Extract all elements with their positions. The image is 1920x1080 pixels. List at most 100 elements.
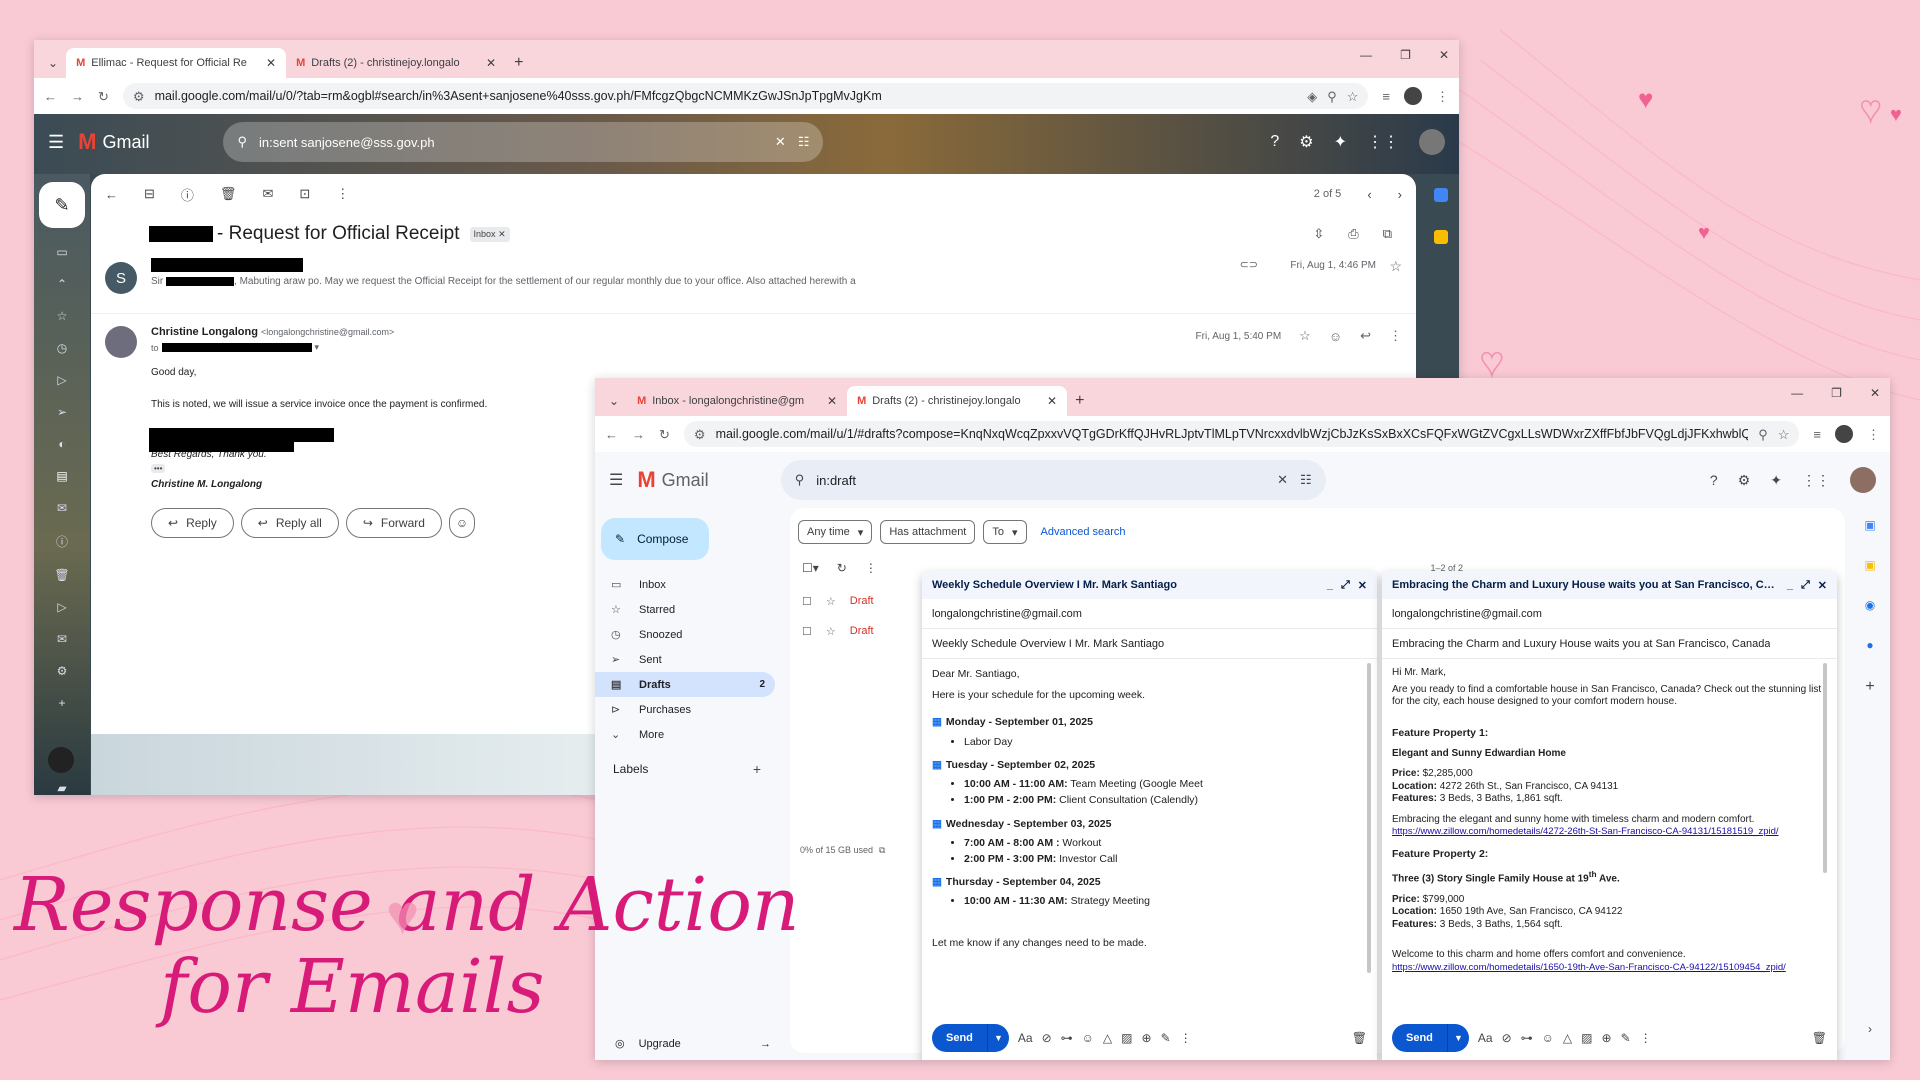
advanced-search-link[interactable]: Advanced search — [1041, 526, 1126, 538]
inbox-chip[interactable]: Inbox ✕ — [469, 226, 510, 242]
star-icon[interactable]: ☆ — [1389, 258, 1402, 275]
compose-body[interactable]: Dear Mr. Santiago, Here is your schedule… — [922, 659, 1377, 965]
more-options-icon[interactable]: ⋮ — [1389, 328, 1402, 344]
calendar-icon[interactable]: ▣ — [1864, 518, 1875, 532]
link-icon[interactable]: ⊶ — [1061, 1031, 1073, 1045]
all-mail-icon[interactable]: ✉ — [52, 501, 72, 515]
back-arrow-icon[interactable]: ← — [605, 428, 618, 441]
close-tab-icon[interactable]: ✕ — [1047, 394, 1057, 408]
more-options-icon[interactable]: ⋮ — [1180, 1031, 1192, 1045]
more-options-icon[interactable]: ⋮ — [1640, 1031, 1652, 1045]
restore-icon[interactable]: ❐ — [1400, 48, 1411, 62]
site-info-icon[interactable]: ⚙ — [133, 90, 145, 103]
profile-avatar[interactable] — [1404, 87, 1422, 105]
send-button[interactable]: Send ▼ — [1392, 1024, 1469, 1052]
bookmark-star-icon[interactable]: ☆ — [1778, 428, 1790, 441]
new-window-icon[interactable]: ⧉ — [1383, 226, 1392, 242]
search-icon[interactable]: ⚲ — [795, 472, 805, 488]
emoji-react-button[interactable]: ☺ — [448, 508, 476, 538]
star-icon[interactable]: ☆ — [52, 309, 72, 323]
delete-icon[interactable]: 🗑 — [220, 186, 237, 202]
account-avatar[interactable] — [1419, 129, 1445, 155]
spam-icon[interactable]: ⓘ — [52, 533, 72, 550]
compose-body[interactable]: Hi Mr. Mark, Are you ready to find a com… — [1382, 659, 1837, 982]
refresh-icon[interactable]: ↻ — [837, 561, 847, 575]
external-link-icon[interactable]: ⧉ — [879, 845, 885, 856]
settings-gear-icon[interactable]: ⚙ — [1299, 132, 1313, 152]
menu-dots-icon[interactable]: ⋮ — [1867, 428, 1880, 441]
lock-icon[interactable]: ⊕ — [1142, 1031, 1152, 1045]
apps-grid-icon[interactable]: ⋮⋮ — [1367, 132, 1399, 152]
formatting-icon[interactable]: Aa — [1018, 1031, 1033, 1045]
to-field[interactable]: longalongchristine@gmail.com — [922, 599, 1377, 629]
reload-icon[interactable]: ↻ — [659, 428, 670, 441]
gemini-sparkle-icon[interactable]: ✦ — [1770, 472, 1782, 489]
manage-icon[interactable]: ✉ — [52, 632, 72, 646]
apps-grid-icon[interactable]: ⋮⋮ — [1802, 472, 1830, 489]
report-spam-icon[interactable]: ⓘ — [181, 185, 194, 204]
star-icon[interactable]: ☆ — [826, 625, 836, 638]
fullscreen-icon[interactable]: ⤢ — [1341, 579, 1350, 592]
media-icon[interactable]: ≡ — [1382, 90, 1390, 103]
scrollbar[interactable] — [1367, 663, 1371, 973]
sidebar-item-snoozed[interactable]: ◷ Snoozed — [595, 622, 775, 647]
to-field[interactable]: longalongchristine@gmail.com — [1382, 599, 1837, 629]
emoji-icon[interactable]: ☺ — [1082, 1031, 1094, 1045]
main-menu-icon[interactable]: ☰ — [609, 470, 623, 490]
reply-button[interactable]: ↩ Reply — [151, 508, 234, 538]
reply-all-button[interactable]: ↩ Reply all — [240, 508, 339, 538]
help-icon[interactable]: ? — [1270, 133, 1279, 151]
recipient-details-chevron-icon[interactable]: ▾ — [315, 342, 320, 353]
plus-icon[interactable]: + — [52, 696, 72, 710]
label-icon[interactable]: ▷ — [52, 600, 72, 614]
close-tab-icon[interactable]: ✕ — [266, 56, 276, 70]
compose-header[interactable]: Weekly Schedule Overview I Mr. Mark Sant… — [922, 571, 1377, 599]
has-attachment-filter[interactable]: Has attachment — [880, 520, 976, 544]
newer-chevron-icon[interactable]: ‹ — [1367, 187, 1371, 202]
site-info-icon[interactable]: ⚙ — [694, 428, 706, 441]
minimize-icon[interactable]: _ — [1787, 579, 1793, 591]
attach-icon[interactable]: ⊘ — [1042, 1031, 1052, 1045]
url-field[interactable]: ⚙ mail.google.com/mail/u/1/#drafts?compo… — [683, 421, 1800, 447]
restore-icon[interactable]: ❐ — [1831, 386, 1842, 400]
zoom-icon[interactable]: ⚲ — [1327, 90, 1337, 103]
back-tab-2[interactable]: M Drafts (2) - christinejoy.longalo ✕ — [286, 48, 506, 78]
tab-search-chevron-icon[interactable]: ⌄ — [48, 56, 58, 70]
close-icon[interactable]: ✕ — [1358, 579, 1367, 592]
forward-arrow-icon[interactable]: → — [71, 90, 84, 103]
property-1-link[interactable]: https://www.zillow.com/homedetails/4272-… — [1392, 826, 1827, 838]
subject-field[interactable]: Weekly Schedule Overview I Mr. Mark Sant… — [922, 629, 1377, 659]
front-tab-1[interactable]: M Inbox - longalongchristine@gm ✕ — [627, 386, 847, 416]
photo-icon[interactable]: ▨ — [1581, 1031, 1592, 1045]
minimize-icon[interactable]: _ — [1327, 579, 1333, 591]
keep-icon[interactable] — [1434, 230, 1448, 244]
back-tab-1[interactable]: M Ellimac - Request for Official Re ✕ — [66, 48, 287, 78]
discard-trash-icon[interactable]: 🗑 — [1352, 1031, 1367, 1045]
minimize-icon[interactable]: — — [1791, 386, 1803, 400]
scrollbar[interactable] — [1823, 663, 1827, 873]
zoom-icon[interactable]: ⚲ — [1758, 428, 1768, 441]
new-tab-button[interactable]: + — [1075, 386, 1084, 416]
front-tab-2[interactable]: M Drafts (2) - christinejoy.longalo ✕ — [847, 386, 1068, 416]
forward-arrow-icon[interactable]: → — [632, 428, 645, 441]
move-to-icon[interactable]: ⊡ — [299, 186, 310, 202]
close-icon[interactable]: ✕ — [1818, 579, 1827, 592]
profile-avatar[interactable] — [1835, 425, 1853, 443]
menu-dots-icon[interactable]: ⋮ — [1436, 90, 1449, 103]
subject-field[interactable]: Embracing the Charm and Luxury House wai… — [1382, 629, 1837, 659]
more-options-icon[interactable]: ⋮ — [336, 186, 349, 202]
close-window-icon[interactable]: ✕ — [1439, 48, 1449, 62]
new-tab-button[interactable]: + — [514, 48, 523, 78]
keep-icon[interactable]: ▣ — [1864, 558, 1875, 572]
sidebar-item-starred[interactable]: ☆ Starred — [595, 597, 775, 622]
search-bar[interactable]: ⚲ in:sent sanjosene@sss.gov.ph ✕ ☷ — [223, 122, 824, 162]
collapse-panel-icon[interactable]: › — [1868, 1022, 1872, 1036]
older-chevron-icon[interactable]: › — [1398, 187, 1402, 202]
contacts-icon[interactable]: ● — [1866, 638, 1873, 652]
back-to-list-icon[interactable]: ← — [105, 187, 118, 202]
help-icon[interactable]: ? — [1710, 472, 1718, 488]
star-icon[interactable]: ☆ — [1299, 328, 1311, 344]
reload-icon[interactable]: ↻ — [98, 90, 109, 103]
trash-icon[interactable]: 🗑 — [52, 568, 72, 582]
row-checkbox[interactable]: ☐ — [802, 625, 812, 638]
